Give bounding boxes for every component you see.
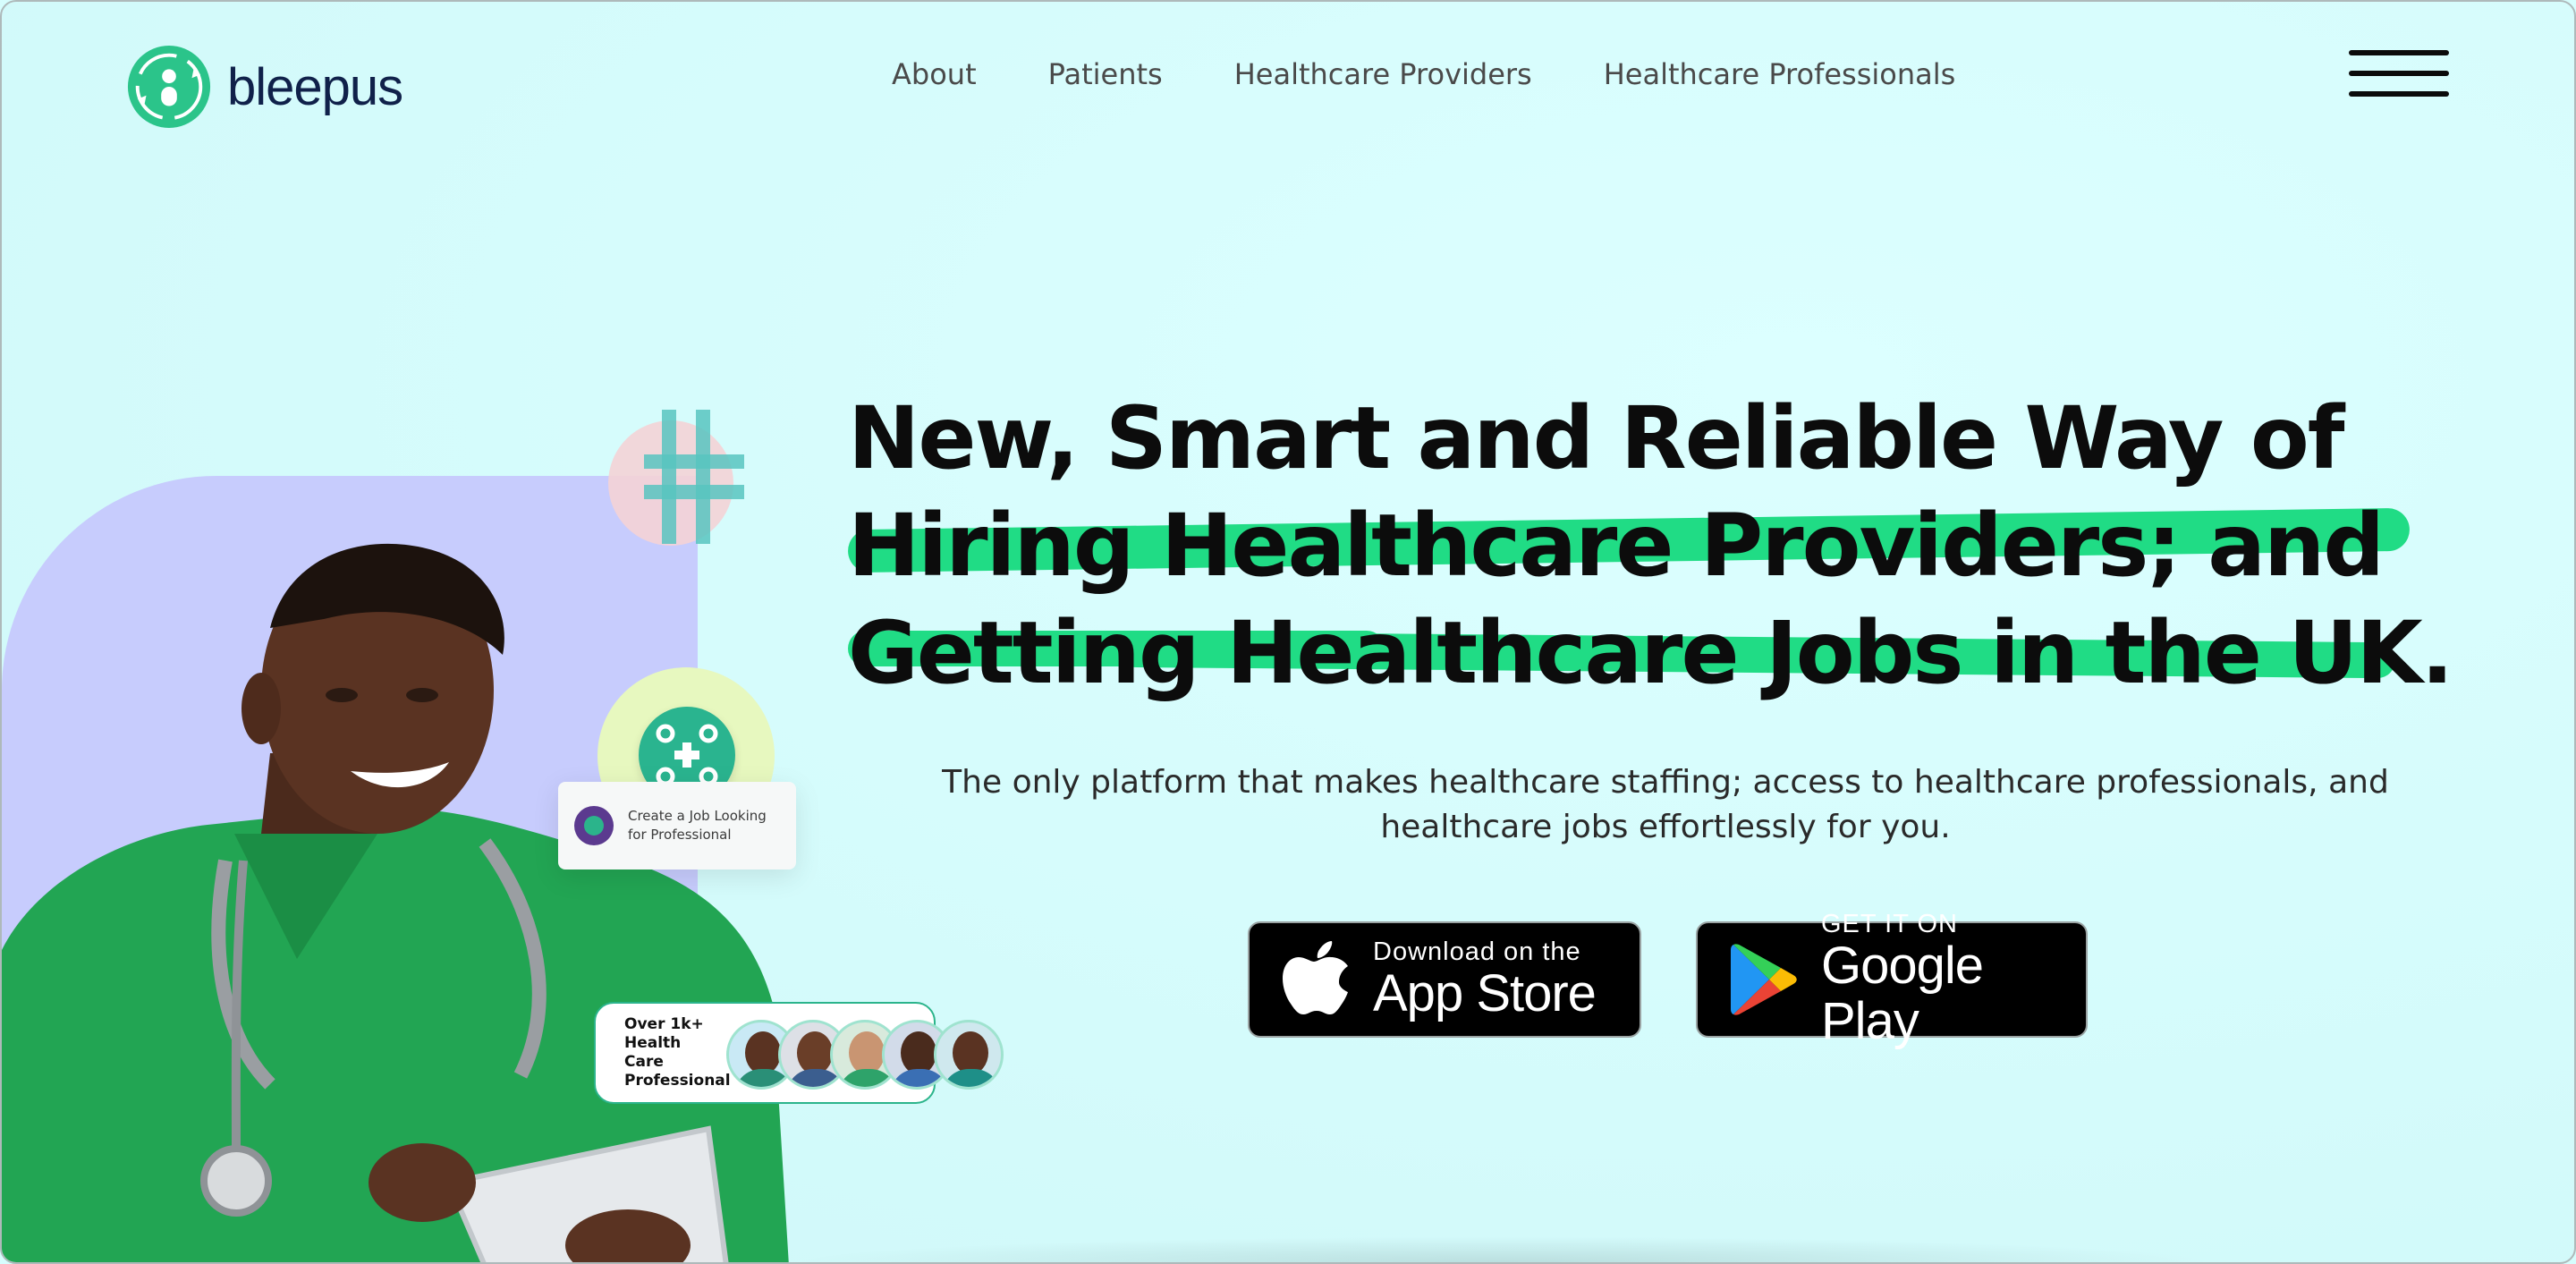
nav-about[interactable]: About [892,57,977,91]
avatar [934,1020,1004,1090]
hero-title-line: Hiring Healthcare Providers; and [848,496,2385,596]
google-play-logo-icon [1731,944,1797,1015]
hero-title: New, Smart and Reliable Way of Hiring He… [847,385,2453,707]
google-play-button[interactable]: GET IT ON Google Play [1696,910,2088,1049]
hash-decoration-icon [644,410,751,544]
hamburger-menu-icon[interactable] [2349,50,2449,97]
menu-bar [2349,50,2449,55]
professionals-count-text: Over 1k+ Health Care Professional [624,1015,731,1090]
nav-healthcare-professionals[interactable]: Healthcare Professionals [1604,57,1956,91]
job-dot-icon [574,806,614,845]
brand-logo[interactable]: bleepus [125,43,403,131]
app-store-small-text: Download on the [1373,937,1581,966]
bottom-shadow [789,1236,2220,1262]
brand-name: bleepus [227,57,403,116]
nav-patients[interactable]: Patients [1048,57,1163,91]
google-play-big-text: Google Play [1821,937,1984,1050]
hero-title-line: New, Smart and Reliable Way of [848,388,2345,488]
google-play-small-text: GET IT ON [1821,910,1958,938]
app-store-button[interactable]: Download on the App Store [1248,921,1641,1038]
nav-healthcare-providers[interactable]: Healthcare Providers [1234,57,1532,91]
hero-title-line: Getting Healthcare Jobs in the UK. [848,603,2453,703]
apple-logo-icon [1283,941,1348,1014]
menu-bar [2349,71,2449,76]
hero-subtitle: The only platform that makes healthcare … [932,760,2399,850]
app-store-big-text: App Store [1373,964,1597,1022]
menu-bar [2349,91,2449,97]
professionals-card: Over 1k+ Health Care Professional [594,1002,1004,1104]
page-frame: bleepus About Patients Healthcare Provid… [0,0,2576,1264]
hero-subtitle-line: The only platform that makes healthcare … [942,764,2389,801]
hero-subtitle-line: healthcare jobs effortlessly for you. [1380,809,1951,845]
doctor-photo [2,543,789,1262]
main-nav: About Patients Healthcare Providers Heal… [892,57,1955,91]
create-job-card: Create a Job Looking for Professional [558,782,796,870]
job-card-text: Create a Job Looking for Professional [628,808,767,843]
bleepus-logo-icon [127,45,211,129]
